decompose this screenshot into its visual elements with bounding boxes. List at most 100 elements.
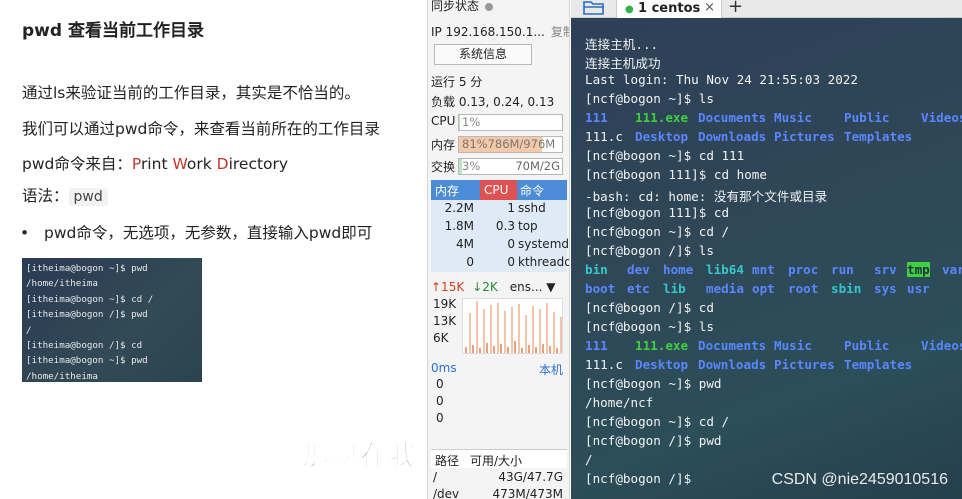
ls-entry-dir: Pictures: [774, 357, 835, 372]
ls-entry-link: lib: [663, 281, 686, 296]
net-axis-label: 19K: [433, 297, 457, 311]
sync-label: 同步状态: [431, 0, 480, 13]
disk-path: /: [433, 470, 438, 484]
ls-entry-file: 111.c: [585, 357, 623, 372]
ls-entry-exe: 111.exe: [635, 110, 689, 125]
traffic-bar: [517, 304, 520, 353]
traffic-bar: [479, 348, 481, 353]
traffic-bar: [524, 315, 527, 353]
net-axis-label: 13K: [433, 314, 457, 328]
traffic-bar: [542, 344, 544, 353]
mini-terminal-line: [itheima@bogon /]$ pwd: [26, 309, 148, 321]
terminal-line: [ncf@bogon /]$ ls: [585, 243, 714, 258]
ls-entry-dir: mnt: [752, 262, 775, 277]
latency-target[interactable]: 本机: [539, 361, 563, 378]
traffic-bar: [510, 307, 513, 353]
proc-mem: 1.8M: [444, 219, 474, 233]
memory-meter: 内存: [431, 136, 459, 153]
proc-cmd: systemd: [518, 237, 569, 251]
syntax-label: 语法：: [22, 187, 69, 205]
terminal-line: Last login: Thu Nov 24 21:55:03 2022: [585, 72, 858, 87]
origin-ork: ork: [186, 155, 217, 173]
process-row[interactable]: 1.8M 0.3 top: [431, 219, 567, 237]
terminal-line: [ncf@bogon ~]$ pwd: [585, 376, 722, 391]
proc-header-cpu[interactable]: CPU: [480, 180, 517, 200]
close-icon[interactable]: ×: [704, 0, 715, 15]
proc-cpu: 1: [507, 201, 515, 215]
mini-terminal-line: [itheima@bogon /]$ cd: [26, 340, 143, 352]
cpu-meter: CPU: [431, 114, 459, 128]
tab-centos[interactable]: ● 1 centos ×: [616, 0, 722, 18]
copy-ip-link[interactable]: 复制: [551, 25, 569, 39]
doc-origin-line: pwd命令来自：Print Work Directory: [22, 152, 288, 174]
net-interface-select[interactable]: ens...: [510, 280, 543, 294]
traffic-bar: [559, 317, 562, 353]
proc-mem: 0: [466, 255, 474, 269]
csdn-watermark: CSDN @nie2459010516: [771, 471, 948, 488]
ls-entry-dir: srv: [874, 262, 897, 277]
disk-header-size: 可用/大小: [470, 454, 523, 468]
disk-path: /dev: [433, 487, 460, 499]
connected-dot-icon: ●: [625, 4, 634, 15]
proc-header-mem[interactable]: 内存: [435, 182, 459, 199]
mini-terminal-line: [itheima@bogon ~]$ pwd: [26, 355, 148, 367]
ls-entry-dir: media: [706, 281, 744, 296]
memory-label: 内存: [431, 138, 456, 152]
process-row[interactable]: 2.2M 1 sshd: [431, 201, 567, 219]
ls-entry-dir: 111: [585, 338, 608, 353]
terminal-line: /home/ncf: [585, 395, 654, 410]
terminal-prompt[interactable]: [ncf@bogon /]$: [585, 471, 691, 486]
ls-entry-dir: Downloads: [698, 357, 767, 372]
ls-entry-dir: Music: [774, 110, 812, 125]
memory-bar: 81%786M/976M: [458, 136, 563, 153]
latency-axis-label: 0: [436, 411, 444, 425]
traffic-bar: [486, 343, 488, 353]
ls-entry-dir: Downloads: [698, 129, 767, 144]
ls-entry-exe: 111.exe: [635, 338, 689, 353]
folder-icon[interactable]: [583, 0, 605, 15]
terminal-line: 连接主机成功: [585, 56, 661, 71]
ls-entry-sticky-dir: tmp: [907, 262, 930, 277]
terminal-line: [ncf@bogon ~]$ cd /: [585, 224, 730, 239]
chevron-down-icon[interactable]: ▼: [542, 280, 555, 294]
ls-entry-link: sbin: [831, 281, 862, 296]
system-info-button[interactable]: 系统信息: [434, 44, 532, 65]
ls-entry-dir: Desktop: [635, 129, 689, 144]
ls-entry-dir: proc: [788, 262, 819, 277]
ls-entry-dir: Pictures: [774, 129, 835, 144]
tab-label: 1 centos: [638, 1, 701, 16]
process-row[interactable]: 0 0 kthreadd: [431, 255, 569, 273]
disk-size: 43G/47.7G: [498, 470, 563, 484]
proc-mem: 2.2M: [444, 201, 474, 215]
terminal-window[interactable]: ● 1 centos × + 连接主机... 连接主机成功 Last login…: [571, 0, 962, 499]
proc-header-cmd[interactable]: 命令: [520, 182, 544, 199]
ls-entry-dir: Templates: [844, 129, 913, 144]
sync-status: 同步状态: [431, 0, 494, 14]
ls-entry-dir: Public: [844, 110, 890, 125]
swap-label: 交换: [431, 160, 456, 174]
cpu-bar-fill: [459, 115, 461, 130]
terminal-line: [ncf@bogon ~]$ cd 111: [585, 148, 745, 163]
doc-bullet: • pwd命令，无选项，无参数，直接输入pwd即可: [20, 221, 372, 243]
net-axis-label: 6K: [433, 331, 449, 345]
terminal-line: [ncf@bogon 111]$ cd: [585, 205, 730, 220]
sync-status-dot-icon: [485, 2, 494, 11]
traffic-bar: [503, 311, 506, 353]
traffic-bar: [475, 301, 478, 353]
disk-header-path: 路径: [435, 454, 460, 468]
bullet-text: pwd命令，无选项，无参数，直接输入pwd即可: [44, 224, 373, 242]
ls-entry-link: bin: [585, 262, 608, 277]
ls-entry-dir: usr: [907, 281, 930, 296]
ls-entry-dir: Documents: [698, 110, 767, 125]
process-row[interactable]: 4M 0 systemd: [431, 237, 569, 255]
disk-table-header: 路径 可用/大小: [431, 449, 567, 468]
cpu-label: CPU: [431, 114, 456, 128]
traffic-bar: [556, 348, 558, 353]
mini-terminal-line: [itheima@bogon ~]$ pwd: [26, 263, 148, 274]
load-average: 负载 0.13, 0.24, 0.13: [431, 95, 555, 109]
ls-entry-dir: sys: [874, 281, 897, 296]
ls-entry-dir: Videos: [921, 110, 962, 125]
new-tab-button[interactable]: +: [728, 0, 743, 17]
ls-entry-dir: Templates: [844, 357, 913, 372]
swap-bar: 3% 70M/2G: [458, 158, 563, 175]
